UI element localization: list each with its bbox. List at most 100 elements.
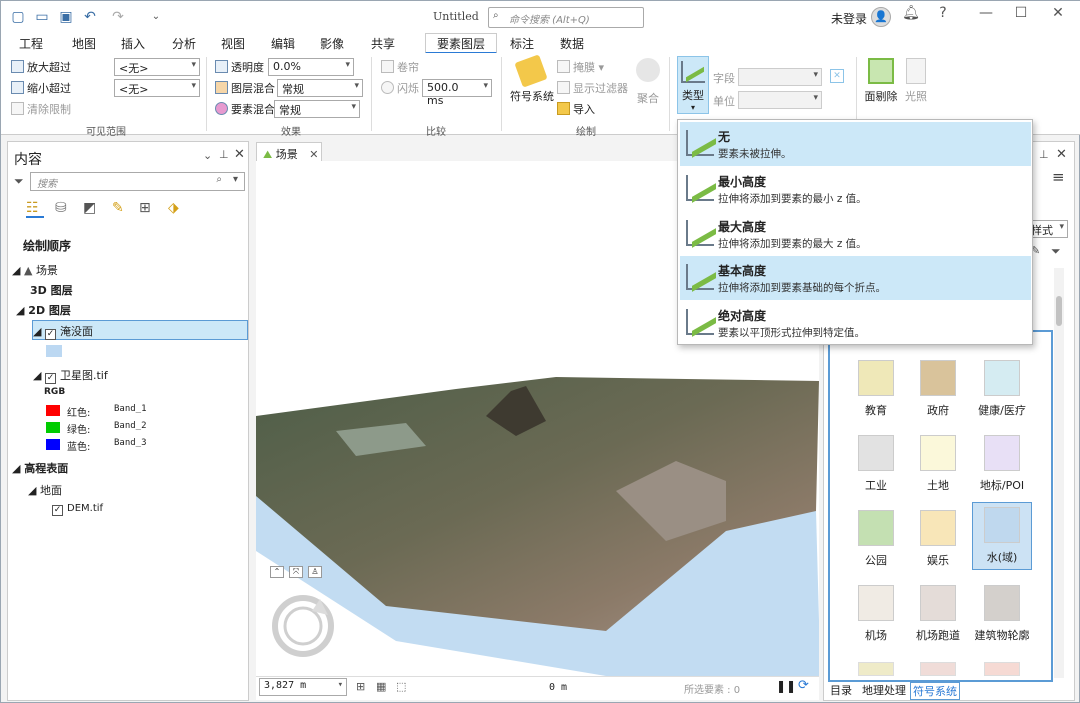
tab-view[interactable]: 视图 bbox=[221, 35, 245, 52]
undo-icon[interactable]: ↶ bbox=[81, 8, 99, 26]
redo-icon[interactable]: ↷ bbox=[109, 8, 127, 26]
draw-order-icon[interactable]: ☷ bbox=[26, 200, 44, 218]
tab-imagery[interactable]: 影像 bbox=[320, 35, 344, 52]
symbol-item[interactable]: 水(域) bbox=[972, 502, 1032, 570]
scale-select[interactable]: 3,827 m bbox=[259, 678, 347, 696]
face-culling-button[interactable]: 面剔除 bbox=[863, 58, 899, 104]
nav-up-icon[interactable]: ⌃ bbox=[270, 566, 284, 578]
source-icon[interactable]: ⛁ bbox=[55, 200, 73, 218]
pause-icon[interactable]: ❚❚ bbox=[776, 679, 796, 693]
symbol-item[interactable]: 土地 bbox=[908, 435, 968, 493]
person-icon[interactable]: ♙ bbox=[308, 566, 322, 578]
pin-icon[interactable]: ⊥ bbox=[219, 148, 229, 161]
tab-share[interactable]: 共享 bbox=[371, 35, 395, 52]
aggregate-button[interactable]: 聚合 bbox=[633, 58, 663, 106]
extrusion-option[interactable]: 最小高度 拉伸将添加到要素的最小 z 值。 bbox=[680, 167, 1031, 211]
customize-icon[interactable]: ⌄ bbox=[147, 8, 165, 26]
refresh-icon[interactable]: ⟳ bbox=[798, 678, 809, 693]
symbol-item[interactable]: 工业 bbox=[846, 435, 906, 493]
filter-icon[interactable]: ⏷ bbox=[14, 174, 24, 189]
layer-blend-select[interactable]: 常规 bbox=[277, 79, 363, 97]
open-icon[interactable]: ▭ bbox=[33, 8, 51, 26]
filter-icon[interactable]: ⏷ bbox=[1051, 244, 1061, 259]
tab-symbology[interactable]: 符号系统 bbox=[910, 682, 960, 700]
expression-icon[interactable]: ✕ bbox=[830, 69, 844, 83]
contents-search[interactable]: 搜索 ⌕ ▾ bbox=[30, 172, 245, 191]
pane-menu-icon[interactable]: ⌄ bbox=[203, 149, 212, 162]
flicker-input[interactable]: 500.0 ms bbox=[422, 79, 492, 107]
labeling-icon[interactable]: ⬗ bbox=[168, 200, 186, 218]
symbology-button[interactable]: 符号系统 bbox=[510, 54, 554, 104]
symbol-item[interactable]: 建筑物轮廓 bbox=[972, 585, 1032, 643]
help-icon[interactable]: ? bbox=[931, 5, 955, 21]
tree-3d-layers[interactable]: 3D 图层 bbox=[30, 282, 73, 298]
snapping-icon[interactable]: ⊞ bbox=[139, 200, 157, 218]
transparency-input[interactable]: 0.0% bbox=[268, 58, 354, 76]
grid-icon[interactable]: ⊞ bbox=[356, 680, 365, 693]
editing-icon[interactable]: ✎ bbox=[112, 200, 130, 218]
tab-geoprocessing[interactable]: 地理处理 bbox=[862, 682, 906, 698]
field-select[interactable] bbox=[738, 68, 822, 86]
swipe-button[interactable]: 卷帘 bbox=[381, 59, 419, 75]
layer-checkbox[interactable]: ✓ bbox=[44, 373, 56, 384]
avatar[interactable]: 👤 bbox=[871, 7, 891, 27]
symbol-swatch[interactable] bbox=[858, 662, 894, 676]
symbol-item[interactable]: 政府 bbox=[908, 360, 968, 418]
lighting-button[interactable]: 光照 bbox=[903, 58, 929, 104]
bell-icon[interactable]: 🔔︎ bbox=[899, 5, 923, 21]
menu-icon[interactable]: ≡ bbox=[1052, 168, 1065, 186]
user-status[interactable]: 未登录 bbox=[831, 10, 867, 27]
zoom-out-beyond[interactable]: 缩小超过 bbox=[11, 80, 71, 96]
new-project-icon[interactable]: ▢ bbox=[9, 8, 27, 26]
tab-data[interactable]: 数据 bbox=[560, 35, 584, 52]
close-pane-icon[interactable]: ✕ bbox=[1056, 147, 1067, 162]
extrusion-option[interactable]: 基本高度 拉伸将添加到要素基础的每个折点。 bbox=[680, 256, 1031, 301]
symbol-item[interactable]: 教育 bbox=[846, 360, 906, 418]
tab-catalog[interactable]: 目录 bbox=[830, 682, 852, 698]
mask-button[interactable]: 掩膜 ▾ bbox=[557, 59, 604, 75]
close-icon[interactable]: ✕ bbox=[1046, 5, 1070, 21]
close-pane-icon[interactable]: ✕ bbox=[234, 147, 245, 162]
symbol-item[interactable]: 地标/POI bbox=[972, 435, 1032, 493]
flicker-button[interactable]: 闪烁 bbox=[381, 80, 419, 96]
tab-analysis[interactable]: 分析 bbox=[172, 35, 196, 52]
scrollbar-thumb[interactable] bbox=[1056, 296, 1062, 326]
tree-elevation[interactable]: ◢ 高程表面 bbox=[12, 460, 68, 476]
import-button[interactable]: 导入 bbox=[557, 101, 595, 117]
tab-labeling[interactable]: 标注 bbox=[510, 35, 534, 52]
show-filter-button[interactable]: 显示过滤器 bbox=[557, 80, 628, 96]
layer-checkbox[interactable]: ✓ bbox=[44, 329, 56, 340]
zoom-out-select[interactable]: <无> bbox=[114, 79, 200, 97]
type-button[interactable]: 类型 ▾ bbox=[677, 56, 709, 114]
extrusion-option[interactable]: 最大高度 拉伸将添加到要素的最大 z 值。 bbox=[680, 212, 1031, 256]
unit-select[interactable] bbox=[738, 91, 822, 109]
symbol-swatch[interactable] bbox=[920, 662, 956, 676]
symbol-swatch[interactable] bbox=[984, 662, 1020, 676]
symbol-item[interactable]: 公园 bbox=[846, 510, 906, 568]
pin-icon[interactable]: ⊥ bbox=[1039, 148, 1049, 161]
save-icon[interactable]: ▣ bbox=[57, 8, 75, 26]
tree-flood[interactable]: ◢ ✓ 淹没面 bbox=[33, 323, 93, 340]
tree-ground[interactable]: ◢ 地面 bbox=[28, 482, 62, 498]
full-extent-icon[interactable]: ⤧ bbox=[289, 566, 303, 578]
clear-limits[interactable]: 清除限制 bbox=[11, 101, 71, 117]
tab-project[interactable]: 工程 bbox=[19, 35, 43, 52]
table-icon[interactable]: ▦ bbox=[376, 680, 386, 693]
tab-feature-layer[interactable]: 要素图层 bbox=[425, 33, 498, 54]
zoom-in-select[interactable]: <无> bbox=[114, 58, 200, 76]
command-search[interactable]: ⌕ 命令搜索 (Alt+Q) bbox=[488, 7, 644, 28]
tree-2d-layers[interactable]: ◢ 2D 图层 bbox=[16, 302, 71, 318]
symbol-item[interactable]: 机场跑道 bbox=[908, 585, 968, 643]
symbol-item[interactable]: 机场 bbox=[846, 585, 906, 643]
symbol-item[interactable]: 健康/医疗 bbox=[972, 360, 1032, 418]
coords-icon[interactable]: ⬚ bbox=[396, 680, 406, 693]
tab-scene[interactable]: ⛰︎ 场景 ✕ bbox=[256, 142, 322, 162]
extrusion-option[interactable]: 无要素未被拉伸。 bbox=[680, 122, 1031, 166]
scrollbar[interactable] bbox=[1054, 268, 1064, 678]
tab-edit[interactable]: 编辑 bbox=[271, 35, 295, 52]
selected-features[interactable]: 所选要素 : 0 bbox=[684, 681, 740, 696]
tree-scene[interactable]: ◢ ▲ 场景 bbox=[12, 262, 58, 278]
tree-dem[interactable]: ✓ DEM.tif bbox=[52, 503, 103, 516]
minimize-icon[interactable]: — bbox=[974, 5, 998, 21]
selection-icon[interactable]: ◩ bbox=[83, 200, 101, 218]
